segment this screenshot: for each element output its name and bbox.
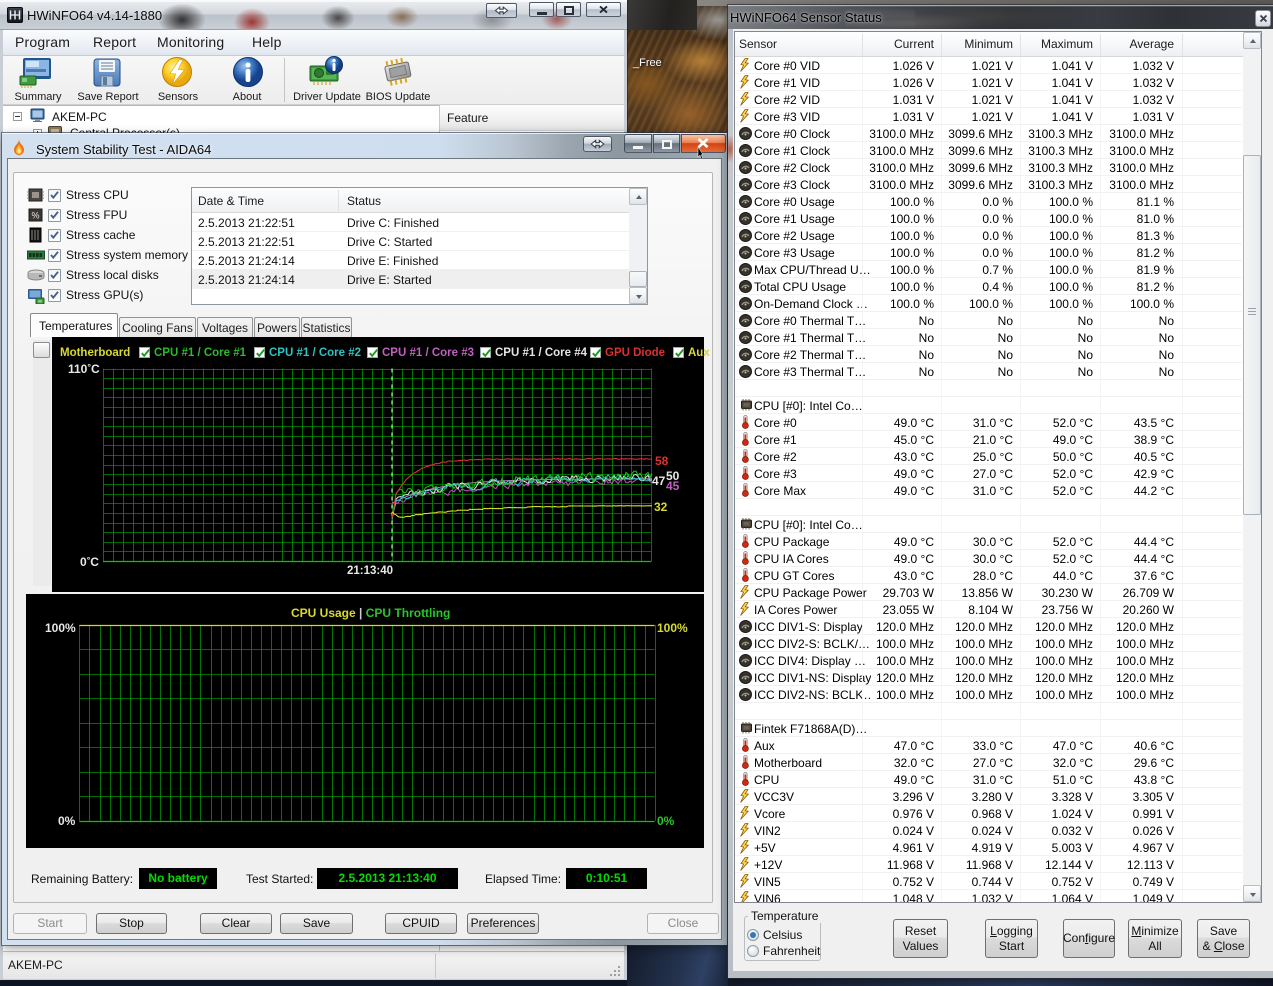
svg-text:%: % — [31, 211, 39, 221]
